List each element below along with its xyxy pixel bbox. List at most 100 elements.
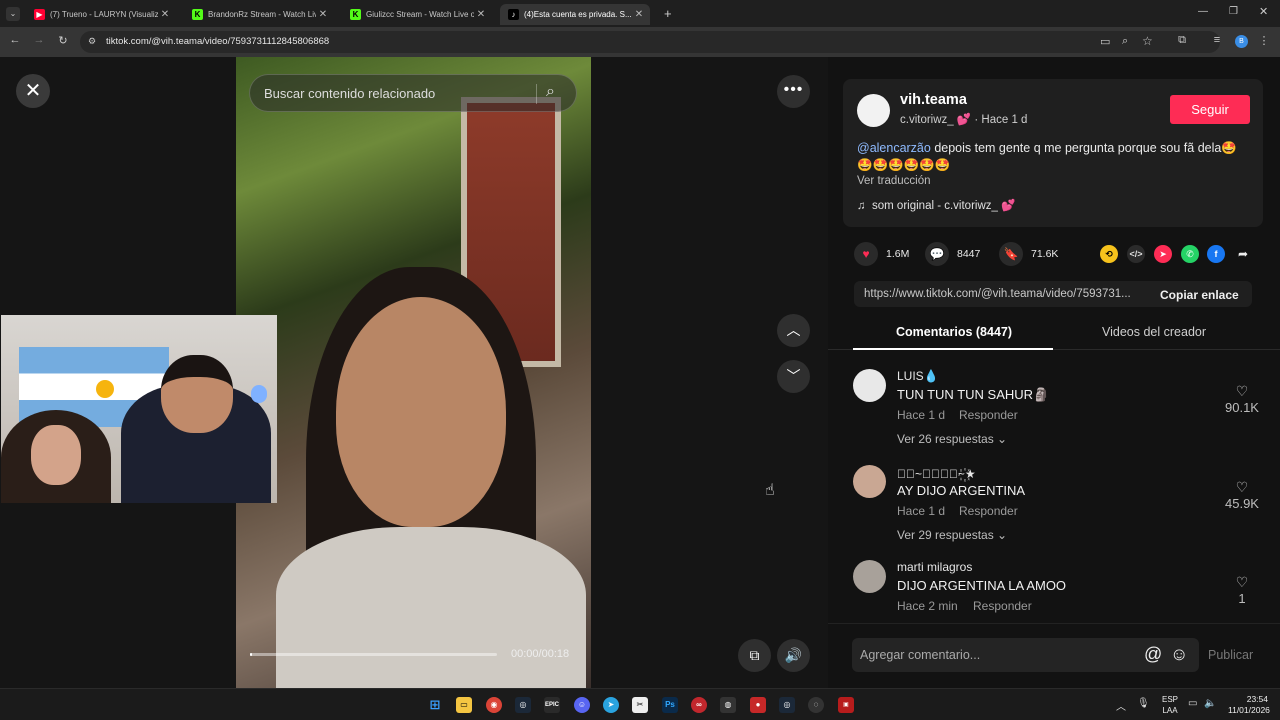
comment-like-heart-icon[interactable]: ♡ — [1232, 479, 1252, 496]
author-avatar[interactable] — [857, 94, 890, 127]
volume-button[interactable]: 🔊 — [777, 639, 810, 672]
save-stat[interactable]: 🔖 71.6K — [999, 242, 1058, 266]
bookmark-icon[interactable]: 🔖 — [999, 242, 1023, 266]
restore-icon[interactable]: ❐ — [1229, 6, 1238, 17]
comment-input[interactable]: Agregar comentario... @ ☺ — [852, 638, 1199, 672]
follow-button[interactable]: Seguir — [1170, 95, 1250, 124]
publish-button[interactable]: Publicar — [1208, 648, 1253, 662]
music-row[interactable]: ♫ som original - c.vitoriwz_ 💕 — [857, 198, 1015, 212]
view-replies-button[interactable]: Ver 26 respuestas ⌄ — [897, 432, 1007, 446]
minimize-icon[interactable]: — — [1198, 6, 1208, 17]
heart-icon[interactable]: ♥ — [854, 242, 878, 266]
network-icon[interactable]: ▭ — [1188, 698, 1197, 709]
creative-cloud-icon[interactable]: ∞ — [691, 697, 707, 713]
tab-search-chevron-icon[interactable]: ⌄ — [6, 7, 20, 21]
steam-icon[interactable]: ◎ — [779, 697, 795, 713]
speaker-icon[interactable]: 🔈 — [1204, 698, 1216, 709]
system-clock[interactable]: 23:54 11/01/2026 — [1228, 694, 1270, 716]
like-stat[interactable]: ♥ 1.6M — [854, 242, 909, 266]
new-tab-icon[interactable]: + — [664, 6, 672, 21]
tab-close-icon[interactable]: ✕ — [474, 9, 488, 20]
tab-close-icon[interactable]: ✕ — [632, 9, 646, 20]
tray-expand-icon[interactable]: ︿ — [1116, 698, 1126, 713]
tab-title: (4)Esta cuenta es privada. S... — [524, 10, 632, 19]
chrome-icon[interactable]: ◉ — [486, 697, 502, 713]
lang-top: ESP — [1161, 695, 1178, 704]
capcut-icon[interactable]: ✂ — [632, 697, 648, 713]
browser-tab-active[interactable]: ♪ (4)Esta cuenta es privada. S... ✕ — [500, 4, 650, 25]
obs-icon[interactable]: ◍ — [720, 697, 736, 713]
microphone-icon[interactable]: 🎙 — [1137, 698, 1150, 709]
steam-icon[interactable]: ◎ — [515, 697, 531, 713]
caption-mention-link[interactable]: @alencarzão — [857, 141, 931, 155]
video-progress-bar[interactable] — [250, 653, 497, 656]
comment-like-heart-icon[interactable]: ♡ — [1232, 574, 1252, 591]
related-search-box[interactable]: Buscar contenido relacionado ⌕ — [249, 74, 577, 112]
back-icon[interactable]: ← — [8, 34, 22, 46]
commenter-name[interactable]: LUIS💧 — [897, 369, 939, 383]
app-icon[interactable]: ◌ — [808, 697, 824, 713]
copy-link-button[interactable]: Copiar enlace — [1160, 288, 1239, 302]
comment-like-heart-icon[interactable]: ♡ — [1232, 383, 1252, 400]
author-username[interactable]: vih.teama — [900, 92, 967, 108]
language-indicator[interactable]: ESP LAA — [1160, 694, 1180, 716]
search-icon[interactable]: ⌕ — [546, 83, 555, 101]
tab-comments[interactable]: Comentarios (8447) — [896, 325, 1012, 339]
cast-icon[interactable]: ▭ — [1100, 35, 1110, 48]
windows-start-icon[interactable]: ⊞ — [427, 697, 443, 713]
telegram-icon[interactable]: ➤ — [603, 697, 619, 713]
tab-close-icon[interactable]: ✕ — [316, 9, 330, 20]
commenter-avatar[interactable] — [853, 465, 886, 498]
browser-tab[interactable]: ▶ (7) Trueno - LAURYN (Visualizer... ✕ — [26, 4, 176, 25]
reload-icon[interactable]: ↻ — [56, 34, 70, 47]
browser-tab[interactable]: K BrandonRz Stream - Watch Live o... ✕ — [184, 4, 334, 25]
next-video-button[interactable]: ﹀ — [777, 360, 810, 393]
bookmark-star-icon[interactable]: ☆ — [1142, 34, 1153, 48]
reply-button[interactable]: Responder — [959, 408, 1018, 422]
more-options-button[interactable]: ••• — [777, 75, 810, 108]
facebook-icon[interactable]: f — [1207, 245, 1225, 263]
floating-player-button[interactable]: ⧉ — [738, 639, 771, 672]
commenter-name[interactable]: ★꙰~𝒂𝒍𝒊𝒔~꙰★ — [897, 465, 976, 482]
video-player[interactable] — [236, 57, 591, 688]
send-icon[interactable]: ➤ — [1154, 245, 1172, 263]
comment-stat[interactable]: 💬 8447 — [925, 242, 980, 266]
window-close-icon[interactable]: ✕ — [1259, 5, 1268, 18]
emoji-icon[interactable]: ☺ — [1170, 644, 1188, 665]
epic-games-icon[interactable]: EPIC — [544, 697, 560, 713]
previous-video-button[interactable]: ︿ — [777, 314, 810, 347]
game-icon[interactable]: ▣ — [838, 697, 854, 713]
record-icon[interactable]: ● — [750, 697, 766, 713]
browser-menu-icon[interactable]: ⋮ — [1257, 34, 1271, 47]
embed-icon[interactable]: </> — [1127, 245, 1145, 263]
address-bar[interactable]: ⚙ tiktok.com/@vih.teama/video/7593731112… — [80, 31, 1220, 53]
see-translation-link[interactable]: Ver traducción — [857, 175, 931, 187]
flag-sun-icon — [96, 380, 114, 398]
comment-bubble-icon[interactable]: 💬 — [925, 242, 949, 266]
mention-icon[interactable]: @ — [1144, 644, 1162, 665]
tab-creator-videos[interactable]: Videos del creador — [1102, 325, 1206, 339]
forward-icon[interactable]: → — [32, 34, 46, 46]
file-explorer-icon[interactable]: ▭ — [456, 697, 472, 713]
commenter-avatar[interactable] — [853, 369, 886, 402]
browser-tab[interactable]: K Giulizcc Stream - Watch Live on K... ✕ — [342, 4, 492, 25]
view-replies-button[interactable]: Ver 29 respuestas ⌄ — [897, 528, 1007, 542]
share-arrow-icon[interactable]: ➦ — [1234, 245, 1252, 263]
profile-avatar[interactable]: B — [1235, 35, 1248, 48]
media-controls-icon[interactable]: ≡ — [1210, 34, 1224, 46]
like-count: 1.6M — [886, 248, 910, 260]
extensions-icon[interactable]: ⧉ — [1175, 34, 1189, 47]
discord-icon[interactable]: ☺ — [574, 697, 590, 713]
reply-button[interactable]: Responder — [959, 504, 1018, 518]
lang-bottom: LAA — [1162, 706, 1178, 715]
zoom-icon[interactable]: ⌕ — [1122, 35, 1128, 48]
tab-close-icon[interactable]: ✕ — [158, 9, 172, 20]
close-video-button[interactable]: ✕ — [16, 74, 50, 108]
commenter-name[interactable]: marti milagros — [897, 560, 972, 574]
photoshop-icon[interactable]: Ps — [662, 697, 678, 713]
commenter-avatar[interactable] — [853, 560, 886, 593]
site-info-icon[interactable]: ⚙ — [88, 36, 96, 47]
repost-icon[interactable]: ⟲ — [1100, 245, 1118, 263]
whatsapp-icon[interactable]: ✆ — [1181, 245, 1199, 263]
reply-button[interactable]: Responder — [973, 599, 1032, 613]
